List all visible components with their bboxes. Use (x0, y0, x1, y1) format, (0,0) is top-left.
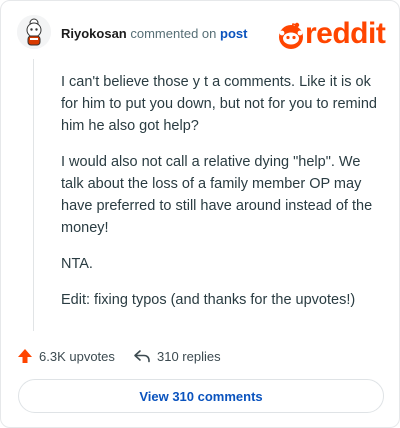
upvote-count: 6.3K upvotes (39, 348, 115, 364)
post-link[interactable]: post (220, 26, 247, 41)
comment-paragraph: NTA. (61, 256, 93, 272)
comment-card: Riyokosan commented on post reddit I can… (0, 0, 400, 428)
reply-arrow-icon (134, 350, 150, 363)
action-text: commented on (130, 26, 217, 41)
comment-paragraph: I would also not call a relative dying "… (61, 154, 373, 236)
upvote-arrow-icon (18, 349, 32, 363)
comment-body: I can't believe those y t a comments. Li… (61, 71, 381, 325)
reply-button[interactable]: 310 replies (133, 345, 221, 367)
avatar[interactable] (17, 15, 51, 49)
comment-meta: Riyokosan commented on post (61, 26, 247, 41)
username[interactable]: Riyokosan (61, 26, 127, 41)
thread-line (33, 59, 34, 331)
view-comments-button[interactable]: View 310 comments (18, 379, 384, 413)
reddit-snoo-icon (279, 22, 303, 49)
comment-header: Riyokosan commented on post reddit (17, 15, 386, 55)
comment-paragraph: Edit: fixing typos (and thanks for the u… (61, 292, 356, 308)
comment-paragraph: I can't believe those y t a comments. Li… (61, 74, 377, 134)
upvote-button[interactable]: 6.3K upvotes (17, 345, 115, 367)
logo-wordmark: reddit (305, 17, 386, 50)
comment-actions: 6.3K upvotes 310 replies (17, 345, 385, 367)
reddit-logo[interactable]: reddit (277, 17, 386, 51)
reply-count: 310 replies (157, 348, 221, 364)
snoo-avatar-icon (17, 15, 51, 49)
